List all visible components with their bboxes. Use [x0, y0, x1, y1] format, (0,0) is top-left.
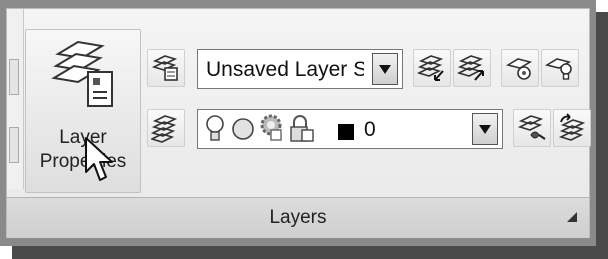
layer-isolate-button[interactable] [501, 49, 539, 87]
adjacent-control [9, 127, 19, 163]
layer-freeze-icon [517, 115, 546, 140]
padlock-icon [290, 115, 314, 142]
current-layer-value: 0 [364, 118, 376, 141]
layer-previous-icon [457, 55, 484, 81]
layer-color-swatch [338, 124, 354, 140]
layer-off-icon [545, 58, 572, 80]
layers-ribbon-panel: Layer Properties Unsaved Layer S 0 Layer… [6, 8, 591, 238]
make-object-layer-current-button[interactable] [413, 49, 451, 87]
chevron-down-icon[interactable] [472, 113, 498, 145]
layer-freeze-button[interactable] [513, 109, 551, 147]
panel-title: Layers [269, 207, 327, 228]
make-object-layer-current-icon [417, 55, 444, 81]
layer-previous-button[interactable] [453, 49, 491, 87]
copy-objects-to-new-layer-button[interactable] [553, 109, 591, 147]
sun-icon [232, 118, 254, 140]
layer-dropdown[interactable]: 0 [197, 109, 503, 149]
layer-isolate-icon [505, 58, 533, 80]
move-to-another-layer-button[interactable] [147, 109, 185, 147]
adjacent-panel-edge [7, 9, 24, 189]
mouse-pointer-icon [85, 137, 113, 181]
lightbulb-icon [206, 115, 224, 141]
drop-shadow [596, 12, 608, 259]
move-to-another-layer-icon [151, 115, 178, 143]
copy-objects-to-new-layer-icon [558, 113, 586, 141]
drop-shadow [12, 246, 608, 259]
gear-icon [260, 114, 282, 141]
layer-state-dropdown[interactable]: Unsaved Layer S [197, 49, 403, 89]
layer-properties-button[interactable]: Layer Properties [25, 29, 141, 193]
layer-properties-label-2: Properties [39, 151, 127, 172]
layer-properties-label-1: Layer [59, 127, 107, 148]
layer-properties-icon [51, 40, 113, 107]
panel-footer: Layers [7, 197, 589, 238]
chevron-down-icon[interactable] [372, 53, 398, 85]
layer-state-value: Unsaved Layer S [206, 58, 364, 81]
layer-states-manager-button[interactable] [147, 49, 185, 87]
layer-states-manager-icon [151, 55, 178, 81]
layer-off-button[interactable] [541, 49, 579, 87]
adjacent-control [9, 59, 19, 95]
panel-expand-icon[interactable] [567, 212, 577, 222]
